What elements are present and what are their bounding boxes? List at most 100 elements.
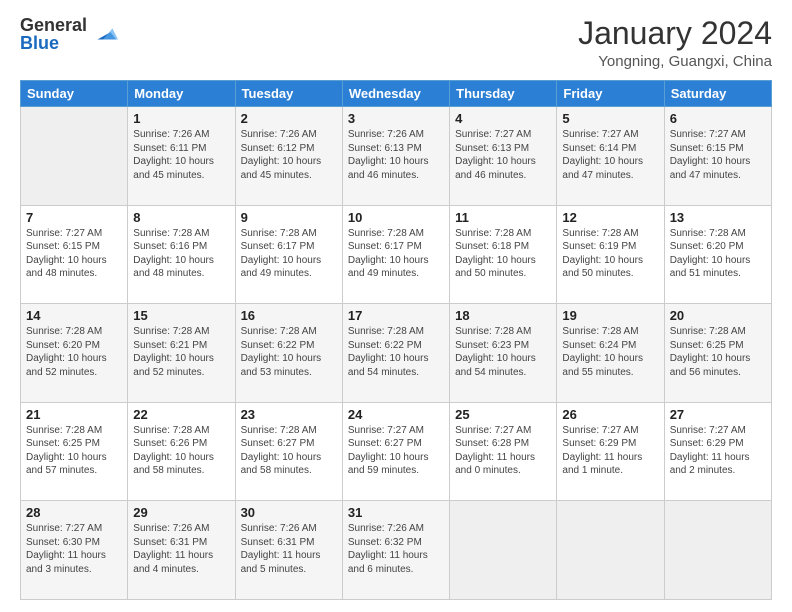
day-info: Sunrise: 7:28 AMSunset: 6:27 PMDaylight:… xyxy=(241,424,337,478)
calendar-cell xyxy=(557,501,664,600)
day-number: 20 xyxy=(670,308,766,323)
day-number: 15 xyxy=(133,308,229,323)
logo-text: General Blue xyxy=(20,16,87,52)
logo: General Blue xyxy=(20,16,118,52)
calendar-cell: 9 Sunrise: 7:28 AMSunset: 6:17 PMDaylight… xyxy=(235,205,342,304)
day-number: 16 xyxy=(241,308,337,323)
calendar-cell: 15 Sunrise: 7:28 AMSunset: 6:21 PMDayligh… xyxy=(128,304,235,403)
day-info: Sunrise: 7:26 AMSunset: 6:32 PMDaylight:… xyxy=(348,522,444,576)
day-info: Sunrise: 7:28 AMSunset: 6:23 PMDaylight:… xyxy=(455,325,551,379)
calendar-week-3: 21 Sunrise: 7:28 AMSunset: 6:25 PMDayligh… xyxy=(21,402,772,501)
day-info: Sunrise: 7:28 AMSunset: 6:26 PMDaylight:… xyxy=(133,424,229,478)
calendar-cell: 16 Sunrise: 7:28 AMSunset: 6:22 PMDayligh… xyxy=(235,304,342,403)
day-number: 24 xyxy=(348,407,444,422)
day-number: 2 xyxy=(241,111,337,126)
calendar-cell: 6 Sunrise: 7:27 AMSunset: 6:15 PMDaylight… xyxy=(664,107,771,206)
day-number: 10 xyxy=(348,210,444,225)
day-number: 27 xyxy=(670,407,766,422)
calendar-cell: 3Sunrise: 7:26 AMSunset: 6:13 PMDaylight… xyxy=(342,107,449,206)
calendar-cell: 14Sunrise: 7:28 AMSunset: 6:20 PMDayligh… xyxy=(21,304,128,403)
day-number: 23 xyxy=(241,407,337,422)
calendar-cell: 8Sunrise: 7:28 AMSunset: 6:16 PMDaylight… xyxy=(128,205,235,304)
day-info: Sunrise: 7:28 AMSunset: 6:22 PMDaylight:… xyxy=(348,325,444,379)
calendar-week-1: 7 Sunrise: 7:27 AMSunset: 6:15 PMDaylight… xyxy=(21,205,772,304)
calendar-cell: 2 Sunrise: 7:26 AMSunset: 6:12 PMDaylight… xyxy=(235,107,342,206)
logo-general: General xyxy=(20,16,87,34)
calendar-cell xyxy=(21,107,128,206)
title-block: January 2024 Yongning, Guangxi, China xyxy=(578,16,772,70)
day-header-monday: Monday xyxy=(128,81,235,107)
day-number: 21 xyxy=(26,407,122,422)
day-number: 6 xyxy=(670,111,766,126)
calendar-cell: 31 Sunrise: 7:26 AMSunset: 6:32 PMDayligh… xyxy=(342,501,449,600)
day-info: Sunrise: 7:27 AMSunset: 6:29 PMDaylight:… xyxy=(562,424,658,478)
day-number: 17 xyxy=(348,308,444,323)
calendar-cell: 12 Sunrise: 7:28 AMSunset: 6:19 PMDayligh… xyxy=(557,205,664,304)
day-header-friday: Friday xyxy=(557,81,664,107)
day-number: 5 xyxy=(562,111,658,126)
day-number: 11 xyxy=(455,210,551,225)
calendar-cell: 25Sunrise: 7:27 AMSunset: 6:28 PMDayligh… xyxy=(450,402,557,501)
day-info: Sunrise: 7:26 AMSunset: 6:31 PMDaylight:… xyxy=(241,522,337,576)
calendar-cell xyxy=(450,501,557,600)
day-info: Sunrise: 7:28 AMSunset: 6:16 PMDaylight:… xyxy=(133,227,229,281)
calendar-week-4: 28 Sunrise: 7:27 AMSunset: 6:30 PMDayligh… xyxy=(21,501,772,600)
day-number: 29 xyxy=(133,505,229,520)
calendar-cell: 7 Sunrise: 7:27 AMSunset: 6:15 PMDaylight… xyxy=(21,205,128,304)
calendar-cell: 11 Sunrise: 7:28 AMSunset: 6:18 PMDayligh… xyxy=(450,205,557,304)
day-info: Sunrise: 7:28 AMSunset: 6:17 PMDaylight:… xyxy=(348,227,444,281)
day-info: Sunrise: 7:27 AMSunset: 6:15 PMDaylight:… xyxy=(670,128,766,182)
calendar-cell: 28 Sunrise: 7:27 AMSunset: 6:30 PMDayligh… xyxy=(21,501,128,600)
calendar-cell: 24 Sunrise: 7:27 AMSunset: 6:27 PMDayligh… xyxy=(342,402,449,501)
day-info: Sunrise: 7:27 AMSunset: 6:14 PMDaylight:… xyxy=(562,128,658,182)
day-number: 31 xyxy=(348,505,444,520)
day-info: Sunrise: 7:26 AMSunset: 6:12 PMDaylight:… xyxy=(241,128,337,182)
day-number: 25 xyxy=(455,407,551,422)
day-number: 1 xyxy=(133,111,229,126)
logo-icon xyxy=(90,19,118,47)
day-info: Sunrise: 7:28 AMSunset: 6:25 PMDaylight:… xyxy=(670,325,766,379)
day-info: Sunrise: 7:28 AMSunset: 6:17 PMDaylight:… xyxy=(241,227,337,281)
day-info: Sunrise: 7:26 AMSunset: 6:31 PMDaylight:… xyxy=(133,522,229,576)
page: General Blue January 2024 Yongning, Guan… xyxy=(0,0,792,612)
day-info: Sunrise: 7:28 AMSunset: 6:19 PMDaylight:… xyxy=(562,227,658,281)
day-number: 14 xyxy=(26,308,122,323)
day-info: Sunrise: 7:27 AMSunset: 6:29 PMDaylight:… xyxy=(670,424,766,478)
logo-blue: Blue xyxy=(20,34,87,52)
day-info: Sunrise: 7:28 AMSunset: 6:22 PMDaylight:… xyxy=(241,325,337,379)
day-number: 30 xyxy=(241,505,337,520)
calendar-cell: 18 Sunrise: 7:28 AMSunset: 6:23 PMDayligh… xyxy=(450,304,557,403)
header: General Blue January 2024 Yongning, Guan… xyxy=(20,16,772,70)
calendar-cell: 29 Sunrise: 7:26 AMSunset: 6:31 PMDayligh… xyxy=(128,501,235,600)
day-number: 22 xyxy=(133,407,229,422)
calendar-cell: 17 Sunrise: 7:28 AMSunset: 6:22 PMDayligh… xyxy=(342,304,449,403)
day-number: 12 xyxy=(562,210,658,225)
day-number: 7 xyxy=(26,210,122,225)
calendar-cell: 26 Sunrise: 7:27 AMSunset: 6:29 PMDayligh… xyxy=(557,402,664,501)
calendar-cell: 1Sunrise: 7:26 AMSunset: 6:11 PMDaylight… xyxy=(128,107,235,206)
day-info: Sunrise: 7:27 AMSunset: 6:13 PMDaylight:… xyxy=(455,128,551,182)
day-info: Sunrise: 7:27 AMSunset: 6:30 PMDaylight:… xyxy=(26,522,122,576)
day-number: 19 xyxy=(562,308,658,323)
day-header-tuesday: Tuesday xyxy=(235,81,342,107)
day-info: Sunrise: 7:28 AMSunset: 6:25 PMDaylight:… xyxy=(26,424,122,478)
location-title: Yongning, Guangxi, China xyxy=(578,53,772,70)
calendar-week-0: 1Sunrise: 7:26 AMSunset: 6:11 PMDaylight… xyxy=(21,107,772,206)
day-number: 26 xyxy=(562,407,658,422)
calendar-table: SundayMondayTuesdayWednesdayThursdayFrid… xyxy=(20,80,772,600)
calendar-week-2: 14Sunrise: 7:28 AMSunset: 6:20 PMDayligh… xyxy=(21,304,772,403)
calendar-cell: 30 Sunrise: 7:26 AMSunset: 6:31 PMDayligh… xyxy=(235,501,342,600)
day-info: Sunrise: 7:27 AMSunset: 6:15 PMDaylight:… xyxy=(26,227,122,281)
day-number: 9 xyxy=(241,210,337,225)
day-info: Sunrise: 7:28 AMSunset: 6:24 PMDaylight:… xyxy=(562,325,658,379)
header-row: SundayMondayTuesdayWednesdayThursdayFrid… xyxy=(21,81,772,107)
day-info: Sunrise: 7:28 AMSunset: 6:21 PMDaylight:… xyxy=(133,325,229,379)
day-info: Sunrise: 7:27 AMSunset: 6:27 PMDaylight:… xyxy=(348,424,444,478)
day-header-thursday: Thursday xyxy=(450,81,557,107)
calendar-cell: 19 Sunrise: 7:28 AMSunset: 6:24 PMDayligh… xyxy=(557,304,664,403)
calendar-cell: 27 Sunrise: 7:27 AMSunset: 6:29 PMDayligh… xyxy=(664,402,771,501)
day-info: Sunrise: 7:28 AMSunset: 6:18 PMDaylight:… xyxy=(455,227,551,281)
day-number: 4 xyxy=(455,111,551,126)
day-number: 28 xyxy=(26,505,122,520)
day-number: 18 xyxy=(455,308,551,323)
